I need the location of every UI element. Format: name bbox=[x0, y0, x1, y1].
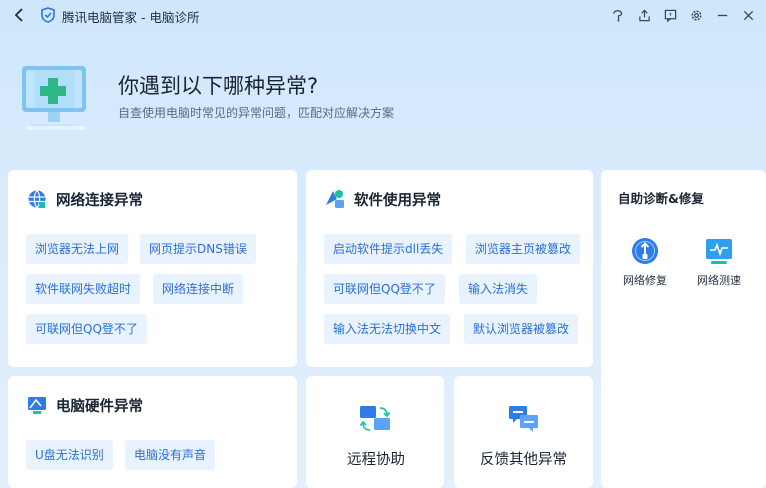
network-card-title: 网络连接异常 bbox=[56, 192, 143, 209]
hardware-card: 电脑硬件异常 U盘无法识别 电脑没有声音 bbox=[8, 376, 297, 488]
feedback-other-label: 反馈其他异常 bbox=[480, 452, 567, 468]
network-repair-label: 网络修复 bbox=[623, 274, 667, 287]
hardware-icon bbox=[28, 397, 46, 414]
issue-chip[interactable]: U盘无法识别 bbox=[26, 440, 113, 470]
self-check-title: 自助诊断&修复 bbox=[618, 191, 704, 206]
hero-title: 你遇到以下哪种异常? bbox=[118, 74, 319, 98]
close-icon bbox=[743, 10, 753, 20]
remote-assist-icon bbox=[359, 406, 391, 431]
issue-chip[interactable]: 网络连接中断 bbox=[153, 274, 244, 304]
computer-clinic-illustration bbox=[22, 66, 86, 130]
back-icon bbox=[14, 8, 23, 22]
skin-button[interactable] bbox=[608, 6, 628, 24]
title-bar: 腾讯电脑管家 - 电脑诊所 bbox=[0, 0, 766, 30]
feedback-chat-icon bbox=[509, 406, 538, 432]
remote-assist-card[interactable]: 远程协助 bbox=[306, 376, 444, 488]
software-card: 软件使用异常 启动软件提示dll丢失 浏览器主页被篡改 可联网但QQ登不了 输入… bbox=[306, 170, 593, 367]
issue-chip[interactable]: 电脑没有声音 bbox=[125, 440, 216, 470]
software-card-title: 软件使用异常 bbox=[354, 192, 441, 209]
hero-subtitle: 自查使用电脑时常见的异常问题，匹配对应解决方案 bbox=[118, 106, 395, 120]
issue-chip[interactable]: 可联网但QQ登不了 bbox=[26, 314, 147, 344]
share-icon bbox=[638, 9, 650, 21]
issue-chip[interactable]: 可联网但QQ登不了 bbox=[324, 274, 445, 304]
share-button[interactable] bbox=[634, 6, 654, 24]
issue-chip[interactable]: 默认浏览器被篡改 bbox=[464, 314, 579, 344]
skin-icon bbox=[612, 9, 622, 22]
network-repair-tool[interactable]: 网络修复 bbox=[615, 236, 675, 288]
issue-chip[interactable]: 浏览器主页被篡改 bbox=[466, 234, 581, 264]
network-card: 网络连接异常 浏览器无法上网 网页提示DNS错误 软件联网失败超时 网络连接中断… bbox=[8, 170, 297, 367]
issue-chip[interactable]: 输入法无法切换中文 bbox=[324, 314, 451, 344]
software-icon bbox=[326, 190, 344, 208]
issue-chip[interactable]: 输入法消失 bbox=[459, 274, 538, 304]
feedback-button[interactable] bbox=[660, 6, 680, 24]
issue-chip[interactable]: 网页提示DNS错误 bbox=[140, 234, 256, 264]
network-speed-tool[interactable]: 网络测速 bbox=[689, 236, 749, 288]
shield-logo-icon bbox=[41, 7, 55, 23]
hardware-card-title: 电脑硬件异常 bbox=[56, 398, 143, 415]
minimize-icon bbox=[717, 14, 727, 16]
settings-button[interactable] bbox=[686, 6, 706, 24]
settings-icon bbox=[690, 9, 702, 21]
globe-icon bbox=[28, 190, 46, 208]
self-check-panel bbox=[601, 170, 766, 488]
issue-chip[interactable]: 启动软件提示dll丢失 bbox=[324, 234, 453, 264]
window-title: 腾讯电脑管家 - 电脑诊所 bbox=[62, 10, 200, 25]
network-speed-label: 网络测速 bbox=[697, 274, 741, 287]
remote-assist-label: 远程协助 bbox=[347, 452, 405, 468]
network-repair-icon bbox=[632, 238, 658, 264]
network-speed-icon bbox=[706, 239, 732, 264]
feedback-other-card[interactable]: 反馈其他异常 bbox=[454, 376, 593, 488]
back-button[interactable] bbox=[10, 6, 30, 24]
minimize-button[interactable] bbox=[712, 6, 732, 24]
issue-chip[interactable]: 浏览器无法上网 bbox=[26, 234, 129, 264]
feedback-icon bbox=[664, 9, 676, 22]
issue-chip[interactable]: 软件联网失败超时 bbox=[26, 274, 141, 304]
close-button[interactable] bbox=[738, 6, 758, 24]
